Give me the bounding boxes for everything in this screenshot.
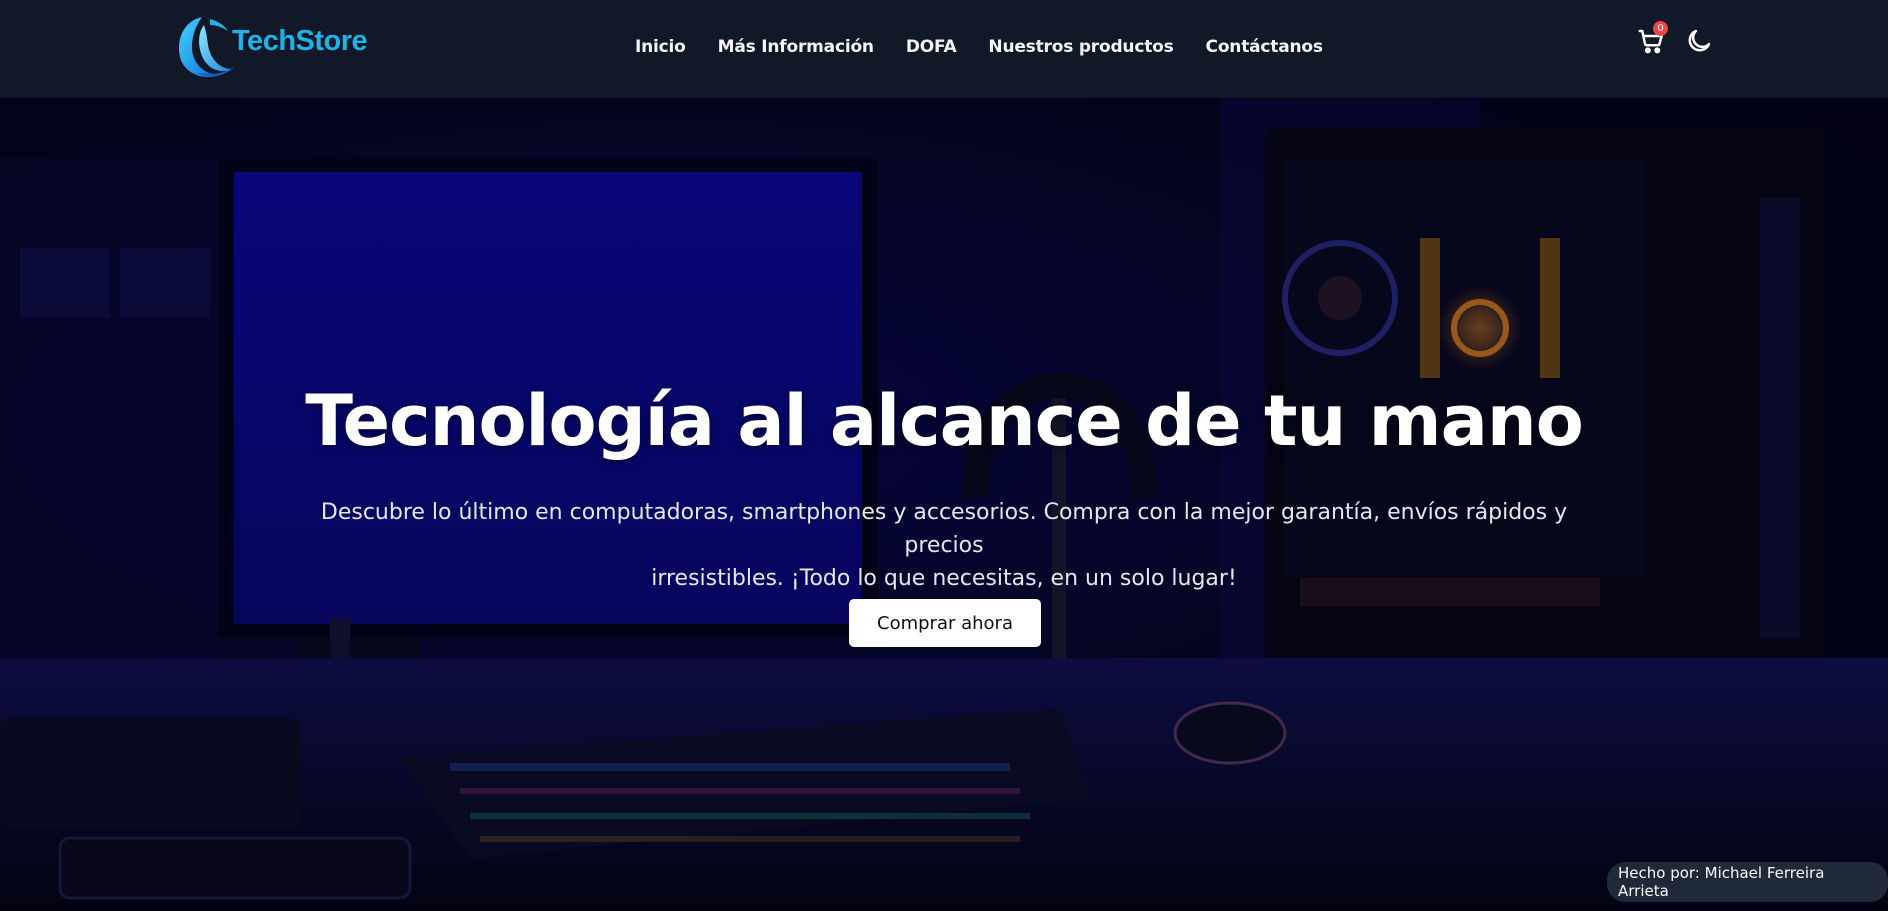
main-nav: Inicio Más Información DOFA Nuestros pro…: [635, 0, 1323, 94]
nav-link-nuestros-productos[interactable]: Nuestros productos: [988, 37, 1173, 57]
brand-name: TechStore: [232, 24, 368, 57]
techstore-logo-icon: [174, 11, 238, 81]
moon-icon: [1688, 29, 1711, 52]
hero-subtitle-line-1: Descubre lo último en computadoras, smar…: [320, 500, 1568, 558]
hero-content: Tecnología al alcance de tu mano Descubr…: [0, 98, 1888, 911]
hero-subtitle: Descubre lo último en computadoras, smar…: [300, 496, 1588, 595]
nav-link-contactanos[interactable]: Contáctanos: [1206, 37, 1323, 57]
nav-link-dofa[interactable]: DOFA: [906, 37, 957, 57]
cart-count-badge: 0: [1653, 21, 1668, 36]
hero-section: Tecnología al alcance de tu mano Descubr…: [0, 98, 1888, 911]
author-credit-badge: Hecho por: Michael Ferreira Arrieta: [1607, 862, 1888, 902]
hero-subtitle-line-2: irresistibles. ¡Todo lo que necesitas, e…: [651, 566, 1237, 591]
nav-link-inicio[interactable]: Inicio: [635, 37, 686, 57]
navbar: TechStore Inicio Más Información DOFA Nu…: [0, 0, 1888, 98]
buy-now-button[interactable]: Comprar ahora: [849, 599, 1041, 647]
author-credit-text: Hecho por: Michael Ferreira Arrieta: [1618, 864, 1825, 900]
cart-button[interactable]: 0: [1636, 21, 1668, 56]
nav-actions: 0: [1636, 21, 1714, 56]
theme-toggle-button[interactable]: [1684, 26, 1714, 56]
hero-title: Tecnología al alcance de tu mano: [305, 380, 1584, 462]
logo-link[interactable]: TechStore: [174, 10, 368, 82]
nav-link-mas-informacion[interactable]: Más Información: [718, 37, 874, 57]
